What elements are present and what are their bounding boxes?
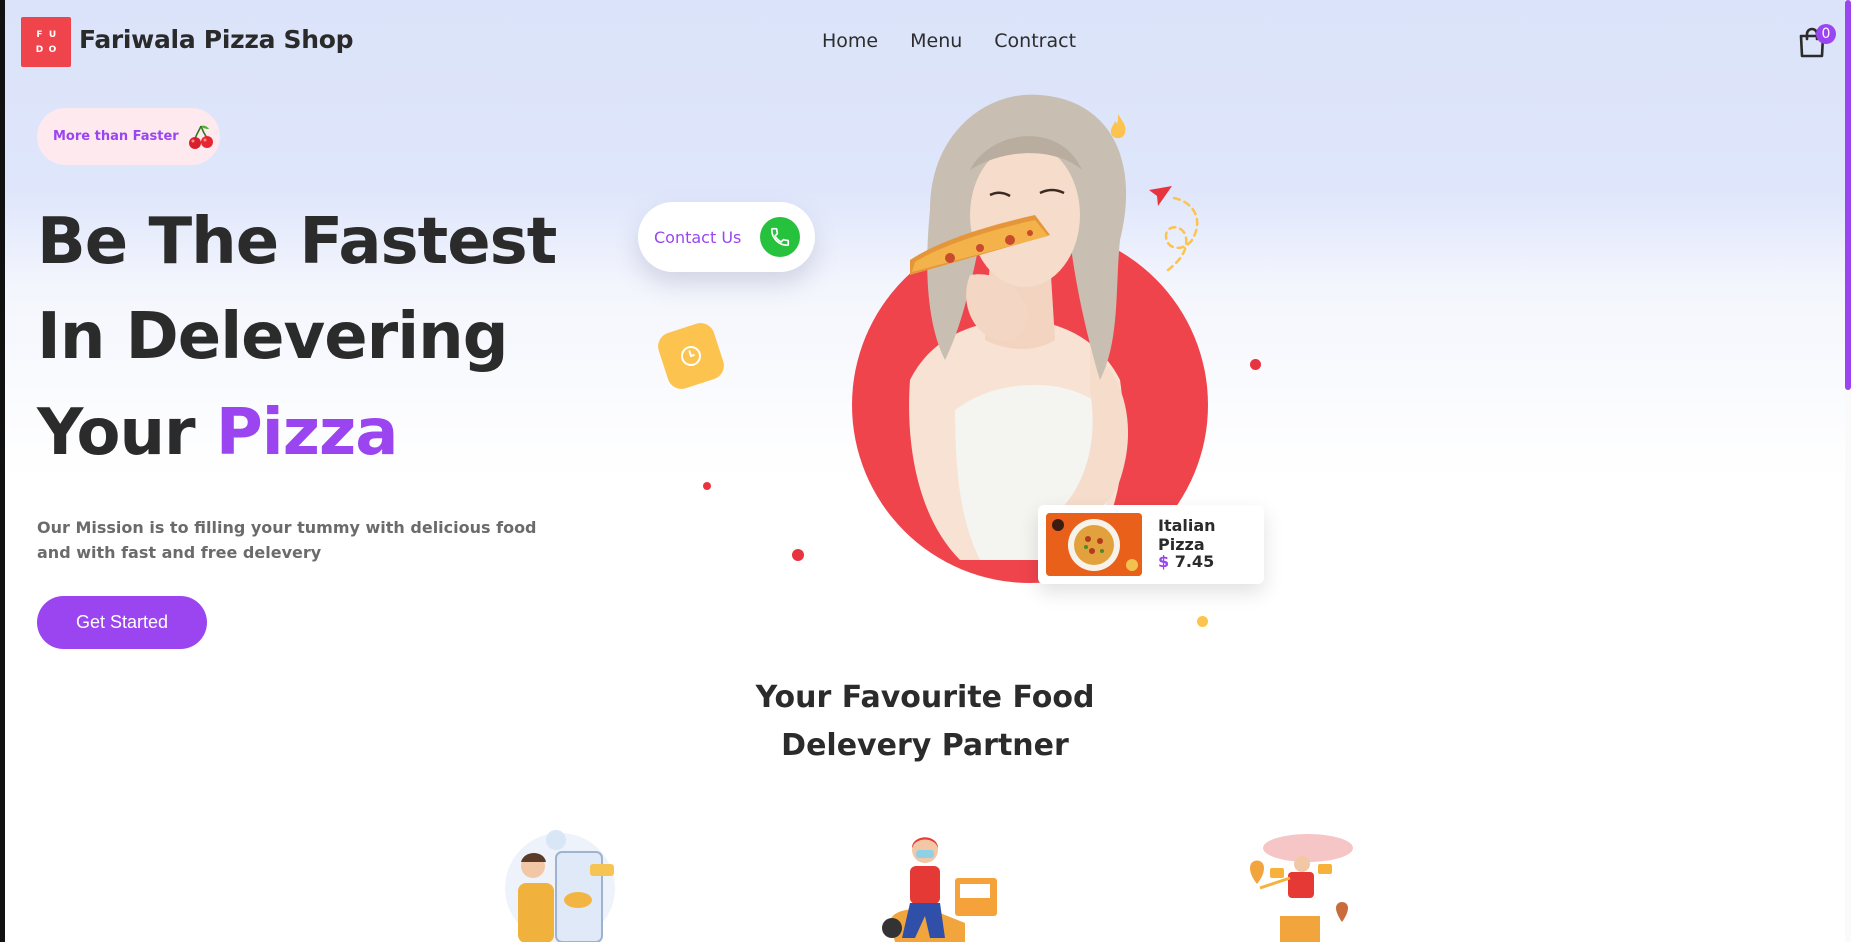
currency-symbol: $ [1158,552,1170,571]
product-card[interactable]: Italian Pizza $ 7.45 [1038,505,1264,584]
cart-count-badge: 0 [1816,24,1836,44]
price-value: 7.45 [1174,552,1215,571]
headline-accent: Pizza [215,396,399,470]
pizza-image [1046,513,1142,576]
decor-dot [1250,359,1261,370]
mission-text: Our Mission is to filling your tummy wit… [37,518,537,562]
contact-us-button[interactable]: Contact Us [638,202,815,272]
decor-dot [792,549,804,561]
tagline-pill: More than Faster [37,108,220,165]
logo-letter: F [36,29,43,40]
section-title-line-1: Your Favourite Food [755,680,1095,715]
logo-letter: U [48,29,57,40]
decor-dot [703,482,711,490]
scrollbar-thumb[interactable] [1845,0,1851,390]
logo-letter: D [35,44,44,55]
delivery-scooter-illustration [882,837,997,942]
logo-letter: O [48,44,57,55]
contact-us-label: Contact Us [654,227,742,247]
get-started-button[interactable]: Get Started [37,596,207,649]
nav-menu[interactable]: Menu [910,30,962,52]
phone-icon[interactable] [760,217,800,257]
nav-contract[interactable]: Contract [994,30,1076,52]
section-title: Your Favourite Food Delevery Partner [600,674,1250,770]
section-title-line-2: Delevery Partner [781,728,1069,763]
headline-line-2: In Delevering [37,300,509,374]
tagline-text: More than Faster [53,129,179,144]
nav-home[interactable]: Home [822,30,878,52]
fast-delivery-illustration [1250,834,1353,942]
logo[interactable]: F U D O [21,17,71,67]
product-price: $ 7.45 [1158,552,1214,571]
headline-line-3-prefix: Your [37,396,216,470]
order-online-illustration [505,830,615,942]
headline-line-3: Your Pizza [37,396,399,470]
brand-name[interactable]: Fariwala Pizza Shop [79,25,354,54]
cherry-icon [188,125,213,149]
main-nav: Home Menu Contract [822,30,1076,52]
product-name: Italian Pizza [1158,516,1216,554]
decor-dot [1197,616,1208,627]
headline-line-1: Be The Fastest [37,205,557,279]
